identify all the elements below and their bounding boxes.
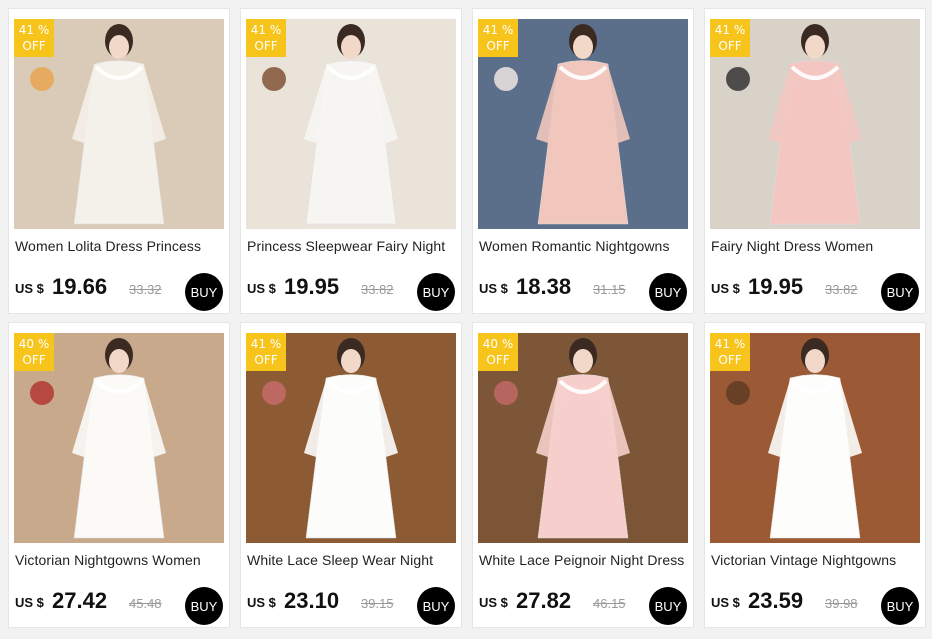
sale-price: 23.10: [284, 588, 340, 613]
sale-price: 27.42: [52, 588, 108, 613]
product-title[interactable]: Women Romantic Nightgowns: [479, 238, 691, 254]
product-card[interactable]: 40 % OFF Victorian Nightgowns Women US $ 27.…: [8, 322, 230, 628]
product-card[interactable]: 41 % OFF Fairy Night Dress Women US $ 19.95 3…: [704, 8, 926, 314]
product-grid: 41 % OFF Women Lolita Dress Princess US $ 19…: [0, 0, 932, 639]
product-card[interactable]: 41 % OFF Princess Sleepwear Fairy Night US …: [240, 8, 462, 314]
product-card[interactable]: 40 % OFF White Lace Peignoir Night Dress US…: [472, 322, 694, 628]
buy-button[interactable]: BUY: [417, 587, 455, 625]
sale-price: 18.38: [516, 274, 572, 299]
price-row: US $ 19.66 33.32 BUY: [15, 273, 227, 311]
discount-percent: 41 %: [18, 23, 50, 37]
currency-label: US $: [15, 595, 44, 610]
discount-off-label: OFF: [22, 39, 46, 53]
discount-badge: 41 % OFF: [246, 19, 286, 57]
discount-badge: 40 % OFF: [14, 333, 54, 371]
discount-badge: 41 % OFF: [710, 19, 750, 57]
discount-percent: 41 %: [250, 23, 282, 37]
buy-button[interactable]: BUY: [881, 273, 919, 311]
price-row: US $ 23.59 39.98 BUY: [711, 587, 923, 625]
discount-off-label: OFF: [718, 39, 742, 53]
sale-price: 23.59: [748, 588, 804, 613]
buy-button[interactable]: BUY: [649, 273, 687, 311]
discount-off-label: OFF: [486, 39, 510, 53]
discount-percent: 41 %: [714, 23, 746, 37]
discount-percent: 40 %: [482, 337, 514, 351]
discount-percent: 41 %: [482, 23, 514, 37]
original-price: 31.15: [593, 282, 626, 297]
buy-button[interactable]: BUY: [649, 587, 687, 625]
price-row: US $ 23.10 39.15 BUY: [247, 587, 459, 625]
original-price: 39.15: [361, 596, 394, 611]
buy-button[interactable]: BUY: [185, 273, 223, 311]
discount-percent: 40 %: [18, 337, 50, 351]
price-row: US $ 18.38 31.15 BUY: [479, 273, 691, 311]
currency-label: US $: [479, 595, 508, 610]
discount-off-label: OFF: [254, 39, 278, 53]
sale-price: 19.66: [52, 274, 108, 299]
price-row: US $ 19.95 33.82 BUY: [711, 273, 923, 311]
discount-percent: 41 %: [250, 337, 282, 351]
discount-badge: 41 % OFF: [246, 333, 286, 371]
original-price: 33.32: [129, 282, 162, 297]
buy-button[interactable]: BUY: [185, 587, 223, 625]
product-card[interactable]: 41 % OFF White Lace Sleep Wear Night US $ 23…: [240, 322, 462, 628]
price-row: US $ 19.95 33.82 BUY: [247, 273, 459, 311]
currency-label: US $: [479, 281, 508, 296]
discount-off-label: OFF: [718, 353, 742, 367]
product-title[interactable]: Victorian Vintage Nightgowns: [711, 552, 923, 568]
discount-badge: 40 % OFF: [478, 333, 518, 371]
original-price: 45.48: [129, 596, 162, 611]
product-card[interactable]: 41 % OFF Victorian Vintage Nightgowns US $ 2…: [704, 322, 926, 628]
currency-label: US $: [711, 281, 740, 296]
sale-price: 19.95: [284, 274, 340, 299]
product-card[interactable]: 41 % OFF Women Lolita Dress Princess US $ 19…: [8, 8, 230, 314]
product-title[interactable]: Fairy Night Dress Women: [711, 238, 923, 254]
original-price: 33.82: [825, 282, 858, 297]
discount-percent: 41 %: [714, 337, 746, 351]
original-price: 46.15: [593, 596, 626, 611]
currency-label: US $: [247, 281, 276, 296]
product-title[interactable]: White Lace Sleep Wear Night: [247, 552, 459, 568]
currency-label: US $: [247, 595, 276, 610]
discount-badge: 41 % OFF: [478, 19, 518, 57]
sale-price: 19.95: [748, 274, 804, 299]
currency-label: US $: [15, 281, 44, 296]
product-title[interactable]: White Lace Peignoir Night Dress: [479, 552, 691, 568]
buy-button[interactable]: BUY: [881, 587, 919, 625]
price-row: US $ 27.82 46.15 BUY: [479, 587, 691, 625]
product-card[interactable]: 41 % OFF Women Romantic Nightgowns US $ 18.3…: [472, 8, 694, 314]
product-title[interactable]: Women Lolita Dress Princess: [15, 238, 227, 254]
discount-badge: 41 % OFF: [14, 19, 54, 57]
discount-off-label: OFF: [22, 353, 46, 367]
product-title[interactable]: Princess Sleepwear Fairy Night: [247, 238, 459, 254]
original-price: 39.98: [825, 596, 858, 611]
product-title[interactable]: Victorian Nightgowns Women: [15, 552, 227, 568]
discount-badge: 41 % OFF: [710, 333, 750, 371]
price-row: US $ 27.42 45.48 BUY: [15, 587, 227, 625]
discount-off-label: OFF: [254, 353, 278, 367]
currency-label: US $: [711, 595, 740, 610]
original-price: 33.82: [361, 282, 394, 297]
discount-off-label: OFF: [486, 353, 510, 367]
sale-price: 27.82: [516, 588, 572, 613]
buy-button[interactable]: BUY: [417, 273, 455, 311]
